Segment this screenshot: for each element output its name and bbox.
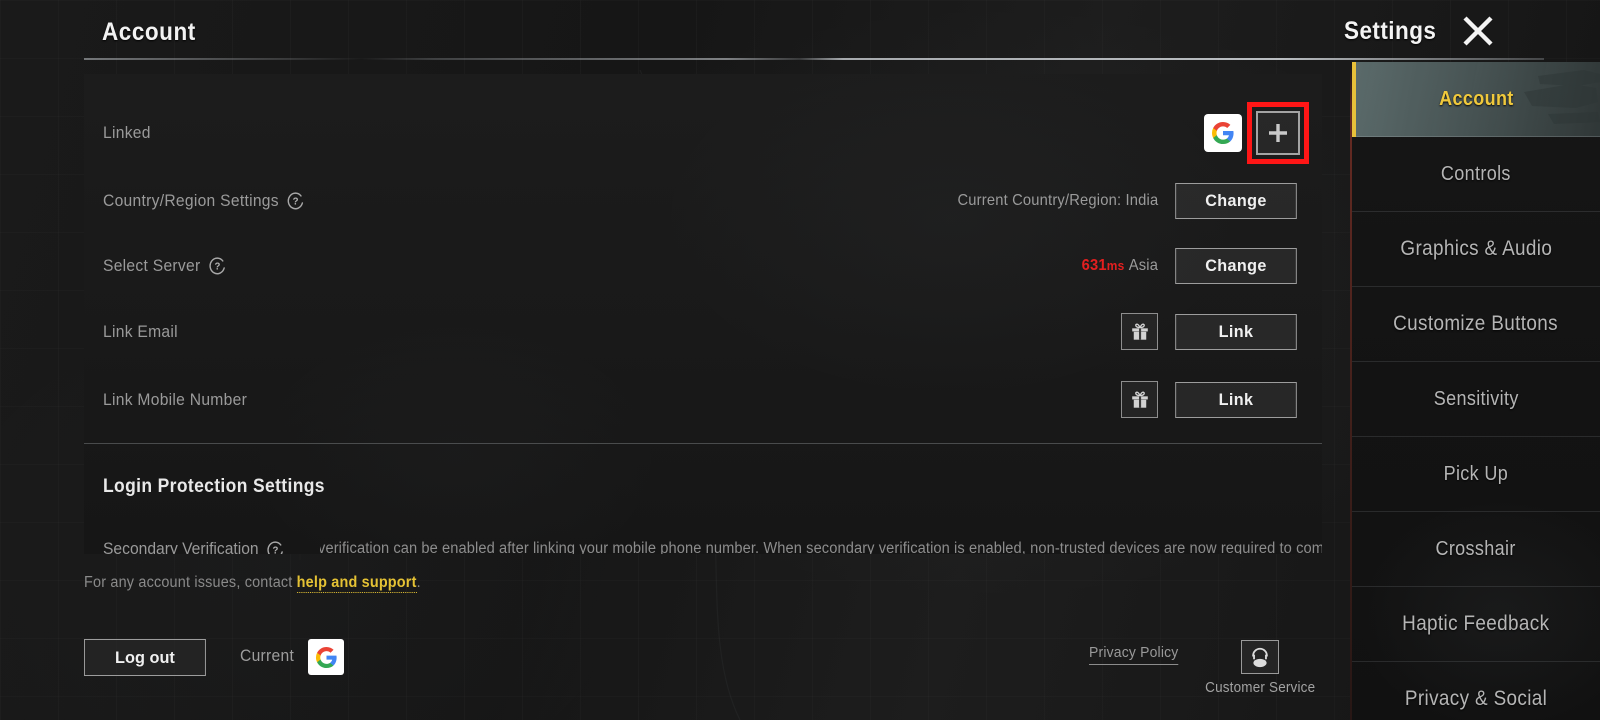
row-link-mobile: Link Mobile Number Link: [84, 366, 1322, 433]
row-link-email-label: Link Email: [103, 322, 178, 342]
secondary-verification-description: Secondary verification can be enabled af…: [320, 540, 1322, 554]
row-link-email-label-text: Link Email: [103, 321, 178, 341]
row-linked-label: Linked: [103, 123, 151, 143]
ping-value: 631: [1081, 256, 1107, 274]
row-select-server-controls: 631ms Asia Change: [1075, 247, 1300, 284]
customer-service-button[interactable]: Customer Service: [1202, 640, 1318, 696]
svg-text:?: ?: [273, 545, 279, 554]
privacy-policy-link[interactable]: Privacy Policy: [1089, 644, 1179, 665]
row-link-email: Link Email Link: [84, 298, 1322, 365]
sidebar-item-label: Crosshair: [1435, 537, 1517, 560]
secondary-verification-label: Secondary Verification ?: [103, 539, 284, 554]
sidebar-item-sensitivity[interactable]: Sensitivity: [1352, 362, 1600, 437]
account-settings-panel: Linked Country/Region Settings ? Current…: [84, 74, 1322, 554]
sidebar-item-account[interactable]: Account: [1352, 62, 1600, 137]
link-mobile-button[interactable]: Link: [1175, 381, 1297, 418]
current-country-value: Current Country/Region: India: [957, 191, 1158, 209]
sidebar-item-label: Pick Up: [1443, 462, 1509, 485]
help-icon[interactable]: ?: [287, 191, 304, 210]
row-country-region-label: Country/Region Settings ?: [103, 191, 305, 211]
svg-text:?: ?: [293, 196, 299, 207]
support-prefix: For any account issues, contact: [84, 574, 297, 591]
sidebar-item-pick-up[interactable]: Pick Up: [1352, 437, 1600, 512]
row-country-region: Country/Region Settings ? Current Countr…: [84, 167, 1322, 234]
row-linked: Linked: [84, 99, 1322, 166]
server-status: 631ms Asia: [1082, 257, 1158, 275]
help-icon[interactable]: ?: [267, 540, 284, 554]
row-linked-label-text: Linked: [103, 122, 151, 142]
page-title: Account: [102, 18, 196, 46]
help-icon[interactable]: ?: [209, 256, 226, 275]
svg-text:?: ?: [214, 261, 220, 272]
google-icon[interactable]: [308, 639, 344, 675]
headset-support-icon: [1241, 640, 1279, 674]
logout-button[interactable]: Log out: [84, 639, 206, 676]
row-secondary-verification: Secondary Verification ? Secondary verif…: [84, 529, 1322, 554]
row-country-region-label-text: Country/Region Settings: [103, 190, 279, 210]
gift-icon[interactable]: [1121, 313, 1158, 350]
login-protection-title: Login Protection Settings: [103, 476, 325, 497]
customer-service-label: Customer Service: [1204, 680, 1316, 696]
close-icon[interactable]: [1458, 11, 1498, 51]
row-link-mobile-label: Link Mobile Number: [103, 390, 247, 410]
section-divider: [84, 443, 1322, 444]
row-select-server-label: Select Server ?: [103, 256, 226, 276]
row-link-mobile-controls: Link: [1121, 381, 1300, 418]
secondary-verification-description-clip: Secondary verification can be enabled af…: [320, 536, 1322, 554]
link-email-button[interactable]: Link: [1175, 313, 1297, 350]
settings-title: Settings: [1344, 17, 1437, 45]
sidebar-item-label: Account: [1438, 87, 1514, 110]
settings-screen: Account Settings Linked Country/Region S…: [0, 0, 1600, 720]
row-linked-controls: [1204, 101, 1309, 164]
sidebar-item-label: Graphics & Audio: [1400, 237, 1552, 260]
change-country-button[interactable]: Change: [1175, 182, 1297, 219]
row-select-server-label-text: Select Server: [103, 255, 201, 275]
header: Account Settings: [0, 0, 1600, 66]
help-and-support-link[interactable]: help and support: [296, 574, 417, 593]
google-icon[interactable]: [1204, 113, 1242, 152]
sidebar-item-label: Controls: [1441, 162, 1511, 185]
sidebar-item-crosshair[interactable]: Crosshair: [1352, 512, 1600, 587]
server-name: Asia: [1128, 256, 1158, 274]
sidebar-item-controls[interactable]: Controls: [1352, 137, 1600, 212]
sidebar-item-label: Sensitivity: [1433, 387, 1519, 410]
gift-icon[interactable]: [1121, 381, 1158, 418]
add-account-button[interactable]: [1256, 110, 1300, 155]
current-account-label: Current: [240, 646, 295, 665]
sidebar-item-graphics-audio[interactable]: Graphics & Audio: [1352, 212, 1600, 287]
support-suffix: .: [416, 574, 421, 591]
row-link-mobile-label-text: Link Mobile Number: [103, 389, 248, 409]
header-divider: [84, 58, 1544, 60]
sidebar-item-label: Customize Buttons: [1393, 312, 1559, 335]
row-country-region-controls: Current Country/Region: India Change: [940, 182, 1300, 219]
sidebar-item-haptic-feedback[interactable]: Haptic Feedback: [1352, 587, 1600, 662]
change-server-button[interactable]: Change: [1175, 247, 1297, 284]
support-line: For any account issues, contact help and…: [84, 574, 421, 593]
secondary-verification-label-text: Secondary Verification: [103, 539, 259, 554]
ping-unit: ms: [1106, 257, 1125, 273]
add-account-wrapper: [1247, 101, 1309, 164]
row-select-server: Select Server ? 631ms Asia Change: [84, 232, 1322, 299]
sidebar-item-label: Privacy & Social: [1404, 687, 1548, 710]
settings-sidebar: Account Controls Graphics & Audio Custom…: [1350, 62, 1600, 720]
row-link-email-controls: Link: [1121, 313, 1300, 350]
sidebar-item-label: Haptic Feedback: [1402, 612, 1550, 635]
sidebar-item-privacy-social[interactable]: Privacy & Social: [1352, 662, 1600, 720]
sidebar-item-customize-buttons[interactable]: Customize Buttons: [1352, 287, 1600, 362]
